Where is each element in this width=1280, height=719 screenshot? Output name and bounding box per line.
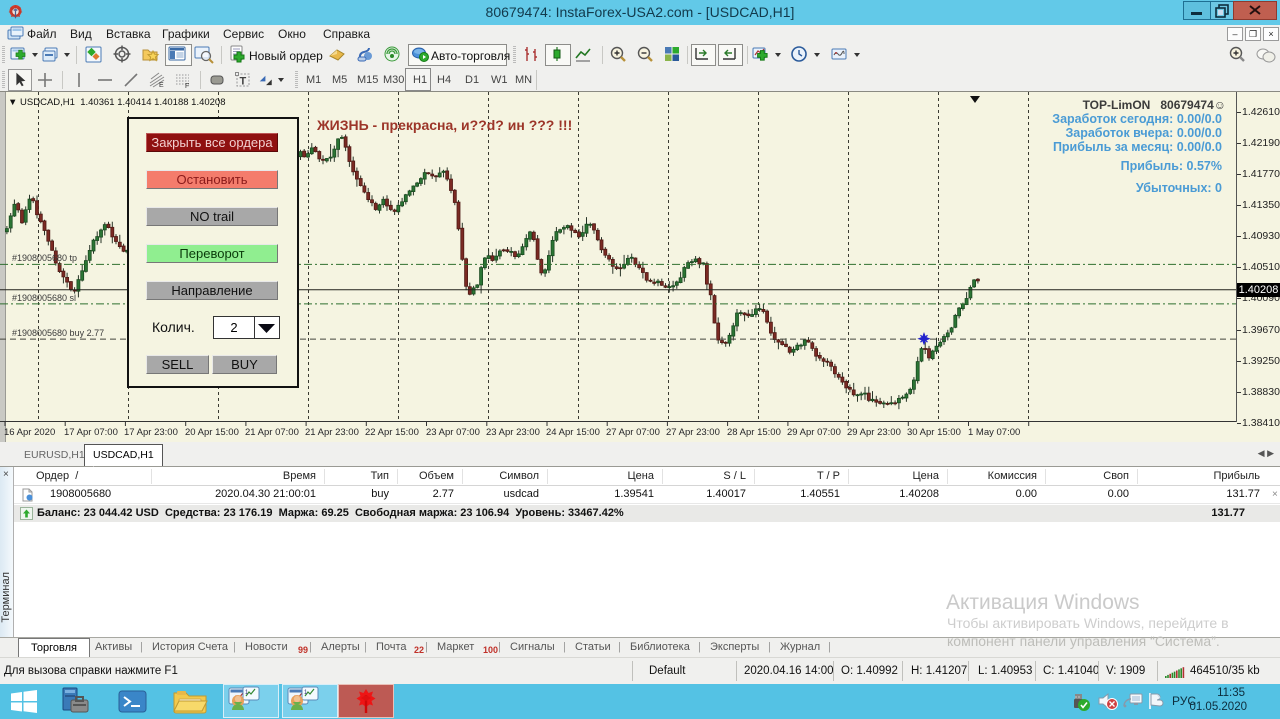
svg-text:E: E xyxy=(159,82,164,89)
svg-text:F: F xyxy=(185,83,189,89)
svg-text:T: T xyxy=(240,76,247,88)
